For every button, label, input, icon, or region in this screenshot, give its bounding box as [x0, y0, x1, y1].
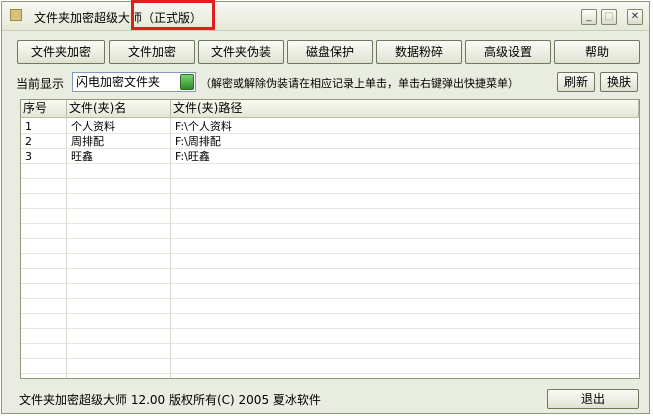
row-name: 个人资料: [71, 120, 115, 133]
folder-encrypt-button[interactable]: 文件夹加密: [17, 40, 105, 64]
app-icon: [10, 9, 22, 21]
data-shred-button[interactable]: 数据粉碎: [376, 40, 462, 64]
grid-line: [21, 148, 639, 149]
row-path: F:\周排配: [175, 135, 221, 148]
grid-line: [21, 178, 639, 179]
switch-skin-button[interactable]: 换肤: [600, 72, 638, 92]
advanced-settings-button[interactable]: 高级设置: [465, 40, 551, 64]
title-bar[interactable]: 文件夹加密超级大师（正式版） _ □ ✕: [2, 2, 649, 31]
grid-line: [21, 238, 639, 239]
row-name: 旺鑫: [71, 150, 93, 163]
header-index[interactable]: 序号: [21, 100, 67, 117]
grid-line: [21, 373, 639, 374]
records-table[interactable]: 序号 文件(夹)名 文件(夹)路径 1 个人资料 F:\个人资料 2 周排配 F…: [20, 99, 640, 379]
grid-line: [21, 208, 639, 209]
header-path[interactable]: 文件(夹)路径: [171, 100, 639, 117]
grid-line: [21, 223, 639, 224]
grid-line: [21, 163, 639, 164]
refresh-button[interactable]: 刷新: [557, 72, 595, 92]
grid-line: [21, 133, 639, 134]
minimize-icon[interactable]: _: [581, 9, 597, 25]
grid-line: [21, 358, 639, 359]
exit-button[interactable]: 退出: [547, 389, 639, 409]
maximize-icon[interactable]: □: [601, 9, 617, 25]
dropdown-icon[interactable]: [180, 74, 194, 90]
row-name: 周排配: [71, 135, 104, 148]
current-display-label: 当前显示: [16, 77, 65, 91]
display-select-value: 闪电加密文件夹: [76, 75, 161, 89]
grid-line: [21, 313, 639, 314]
grid-line: [21, 268, 639, 269]
row-index: 3: [25, 150, 32, 163]
hint-text: （解密或解除伪装请在相应记录上单击，单击右键弹出快捷菜单）: [200, 77, 519, 90]
main-window: 文件夹加密超级大师（正式版） _ □ ✕ 文件夹加密 文件加密 文件夹伪装 磁盘…: [1, 1, 650, 414]
row-path: F:\个人资料: [175, 120, 232, 133]
row-path: F:\旺鑫: [175, 150, 210, 163]
grid-line: [21, 253, 639, 254]
display-select[interactable]: 闪电加密文件夹: [72, 72, 196, 92]
row-index: 2: [25, 135, 32, 148]
grid-line: [21, 283, 639, 284]
footer-copyright: 文件夹加密超级大师 12.00 版权所有(C) 2005 夏冰软件: [19, 393, 321, 407]
folder-disguise-button[interactable]: 文件夹伪装: [198, 40, 284, 64]
grid-line: [21, 343, 639, 344]
disk-protect-button[interactable]: 磁盘保护: [287, 40, 373, 64]
grid-line: [21, 328, 639, 329]
table-header: 序号 文件(夹)名 文件(夹)路径: [21, 100, 639, 118]
close-icon[interactable]: ✕: [627, 9, 643, 25]
grid-line: [21, 298, 639, 299]
file-encrypt-button[interactable]: 文件加密: [109, 40, 195, 64]
help-button[interactable]: 帮助: [554, 40, 640, 64]
header-name[interactable]: 文件(夹)名: [67, 100, 171, 117]
row-index: 1: [25, 120, 32, 133]
highlight-box: [131, 0, 215, 30]
grid-line: [21, 193, 639, 194]
